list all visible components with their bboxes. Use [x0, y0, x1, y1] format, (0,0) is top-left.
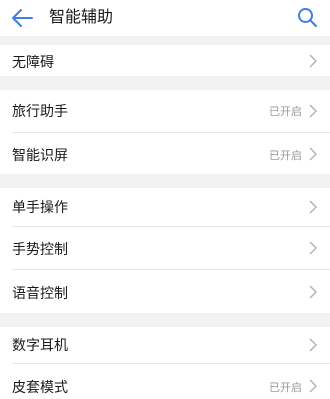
status-text: 已开启 [269, 381, 302, 394]
chevron-right-icon [309, 338, 318, 352]
chevron-right-icon [309, 147, 318, 161]
chevron-right-icon [309, 285, 318, 299]
section-gap [0, 313, 330, 327]
list-item-label: 智能识屏 [12, 148, 68, 164]
section-gap [0, 36, 330, 45]
list-item-label: 无障碍 [12, 55, 54, 71]
section-gap [0, 76, 330, 90]
list-item-label: 数字耳机 [12, 338, 68, 354]
search-icon[interactable] [296, 6, 318, 28]
chevron-right-icon [309, 379, 318, 393]
list-item-label: 单手操作 [12, 200, 68, 216]
list-item-label: 语音控制 [12, 286, 68, 302]
chevron-right-icon [309, 54, 318, 68]
chevron-right-icon [309, 200, 318, 214]
section-gap [0, 174, 330, 188]
status-text: 已开启 [269, 149, 302, 162]
list-item-cover-mode[interactable]: 皮套模式 已开启 [0, 364, 330, 399]
list-item-label: 旅行助手 [12, 104, 68, 120]
chevron-right-icon [309, 104, 318, 118]
top-bar: 智能辅助 [0, 0, 330, 36]
list-item-label: 皮套模式 [12, 380, 68, 396]
list-item-one-hand-mode[interactable]: 单手操作 [0, 188, 330, 226]
list-item-voice-control[interactable]: 语音控制 [0, 270, 330, 313]
list-item-label: 手势控制 [12, 242, 68, 258]
page-title: 智能辅助 [49, 7, 114, 26]
list-item-accessibility[interactable]: 无障碍 [0, 45, 330, 76]
list-item-digital-earphones[interactable]: 数字耳机 [0, 327, 330, 363]
list-item-travel-assistant[interactable]: 旅行助手 已开启 [0, 90, 330, 132]
back-arrow-icon[interactable] [10, 7, 34, 29]
chevron-right-icon [309, 241, 318, 255]
list-item-smart-screen-recognition[interactable]: 智能识屏 已开启 [0, 133, 330, 174]
list-item-gesture-control[interactable]: 手势控制 [0, 227, 330, 269]
status-text: 已开启 [269, 105, 302, 118]
